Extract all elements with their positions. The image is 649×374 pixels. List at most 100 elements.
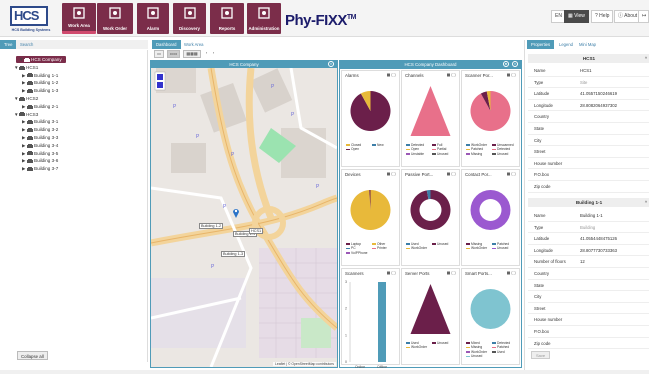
tab-dashboard[interactable]: Dashboard — [152, 40, 181, 49]
tree-node[interactable]: ▶ Building 1-2 — [22, 80, 58, 86]
legend-item[interactable]: WorkOrder — [406, 345, 432, 349]
property-row[interactable]: Street — [528, 146, 649, 158]
tree-node[interactable]: ▼ HCS1 — [14, 65, 38, 70]
tree-node[interactable]: ▼ HCS3 — [14, 112, 38, 117]
close-icon[interactable]: × — [512, 61, 518, 67]
map-marker-label[interactable]: Building 1-3 — [221, 251, 246, 257]
lock-toggle-icon[interactable] — [507, 271, 516, 275]
legend-item[interactable]: VoIPPhone — [346, 251, 372, 255]
property-row[interactable]: City — [528, 135, 649, 147]
tree-node[interactable]: ▶ Building 3-5 — [22, 151, 58, 157]
tab-mini-map[interactable]: Mini Map — [575, 40, 600, 49]
legend-item[interactable]: Unused — [432, 341, 458, 345]
card-chart[interactable] — [462, 179, 519, 241]
legend-item[interactable]: Missing — [466, 152, 492, 156]
property-row[interactable]: State — [528, 280, 649, 292]
legend-item[interactable]: Unstable — [406, 152, 432, 156]
tree-node[interactable]: ▶ Building 3-6 — [22, 158, 58, 164]
tree-node[interactable]: ▶ Building 2-1 — [22, 104, 58, 110]
property-row[interactable]: Zip code — [528, 181, 649, 193]
property-value[interactable]: Building — [580, 225, 595, 230]
lock-toggle-icon[interactable] — [387, 73, 396, 77]
legend-item[interactable]: Used — [492, 350, 518, 354]
tab-legend[interactable]: Legend — [555, 40, 577, 49]
legend-item[interactable]: Unused — [466, 354, 492, 358]
tree-node[interactable]: ▶ Building 3-3 — [22, 135, 58, 141]
tab-properties[interactable]: Properties — [527, 40, 555, 49]
lock-toggle-icon[interactable] — [507, 73, 516, 77]
property-row[interactable]: City — [528, 291, 649, 303]
card-chart[interactable] — [342, 80, 399, 142]
card-chart[interactable]: 0 1 2 3 Online Offline — [342, 278, 399, 370]
property-value[interactable]: 12 — [580, 259, 585, 264]
legend-item[interactable]: WorkOrder — [466, 246, 492, 250]
map-pin-icon[interactable] — [233, 208, 239, 218]
tab-search[interactable]: Search — [16, 40, 37, 49]
property-row[interactable]: Latitude 41.0557150246619 — [528, 88, 649, 100]
property-row[interactable]: Number of floors 12 — [528, 256, 649, 268]
property-value[interactable]: 28.8082064937302 — [580, 103, 617, 108]
property-row[interactable]: Country — [528, 111, 649, 123]
map-view[interactable]: PPPPPPPP Building 1-2 Building 1-1 HCS1 Bui… — [151, 68, 337, 367]
collapse-all-button[interactable]: Collapse all — [17, 351, 48, 360]
legend-item[interactable]: WorkOrder — [406, 246, 432, 250]
card-chart[interactable] — [342, 179, 399, 241]
property-value[interactable]: Building 1-1 — [580, 213, 603, 218]
legend-item[interactable]: Unused — [492, 152, 518, 156]
property-row[interactable]: Zip code — [528, 338, 649, 350]
property-row[interactable]: Longitude 28.8082064937302 — [528, 100, 649, 112]
property-value[interactable]: 28.8077730733363 — [580, 248, 617, 253]
nav-reports[interactable]: Reports — [210, 3, 244, 34]
legend-item[interactable]: New — [372, 143, 398, 147]
property-row[interactable]: House number — [528, 314, 649, 326]
map-marker-label[interactable]: HCS1 — [249, 228, 264, 234]
property-row[interactable]: House number — [528, 158, 649, 170]
tree-node[interactable]: ▼ HCS Company — [16, 56, 66, 63]
property-row[interactable]: Country — [528, 268, 649, 280]
tab-work-area[interactable]: Work Area — [180, 40, 207, 49]
section-header-building[interactable]: Building 1-1 ^ — [528, 198, 649, 207]
tree-node[interactable]: ▶ Building 3-1 — [22, 119, 58, 125]
nav-work-area[interactable]: Work Area — [62, 3, 96, 34]
property-row[interactable]: Type Site — [528, 77, 649, 89]
tree-node[interactable]: ▶ Building 3-7 — [22, 166, 58, 172]
property-value[interactable]: 41.0557150246619 — [580, 91, 617, 96]
lock-toggle-icon[interactable] — [507, 172, 516, 176]
section-header-hcs1[interactable]: HCS1 ^ — [528, 54, 649, 63]
legend-item[interactable]: Unused — [432, 152, 458, 156]
lock-toggle-icon[interactable] — [447, 172, 456, 176]
nav-work-order[interactable]: Work Order — [97, 3, 133, 34]
prev-icon[interactable]: ‹ — [203, 50, 210, 58]
tree-node[interactable]: ▶ Building 3-2 — [22, 127, 58, 133]
card-chart[interactable] — [402, 179, 459, 241]
card-chart[interactable] — [402, 80, 459, 142]
tab-tree[interactable]: Tree — [0, 40, 17, 49]
lock-toggle-icon[interactable] — [447, 271, 456, 275]
tree-node[interactable]: ▼ HCS2 — [14, 96, 38, 101]
property-row[interactable]: P.O.box — [528, 169, 649, 181]
help-button[interactable]: ? Help — [591, 10, 614, 23]
lock-toggle-icon[interactable] — [387, 271, 396, 275]
layout-single-button[interactable]: ▭ — [154, 50, 164, 58]
legend-item[interactable]: Unused — [492, 246, 518, 250]
property-row[interactable]: Longitude 28.8077730733363 — [528, 245, 649, 257]
property-row[interactable]: Name HCS1 — [528, 65, 649, 77]
property-value[interactable]: Site — [580, 80, 587, 85]
close-icon[interactable]: × — [328, 61, 334, 67]
property-row[interactable]: Type Building — [528, 222, 649, 234]
property-row[interactable]: State — [528, 123, 649, 135]
nav-administration[interactable]: Administration — [247, 3, 281, 34]
property-row[interactable]: Name Building 1-1 — [528, 210, 649, 222]
nav-alarm[interactable]: Alarm — [137, 3, 169, 34]
card-chart[interactable] — [402, 278, 459, 340]
property-row[interactable]: Street — [528, 303, 649, 315]
logout-button[interactable]: ↦ — [638, 10, 649, 23]
tree-node[interactable]: ▶ Building 3-4 — [22, 143, 58, 149]
layout-split-button[interactable]: ▭▭ — [167, 50, 180, 58]
next-icon[interactable]: › — [210, 50, 217, 58]
save-button[interactable]: Save — [531, 351, 551, 359]
tree-node[interactable]: ▶ Building 1-1 — [22, 73, 58, 79]
card-chart[interactable] — [462, 80, 519, 142]
legend-item[interactable]: Printer — [372, 246, 398, 250]
layout-grid-button[interactable]: ▦▦▦ — [183, 50, 201, 58]
